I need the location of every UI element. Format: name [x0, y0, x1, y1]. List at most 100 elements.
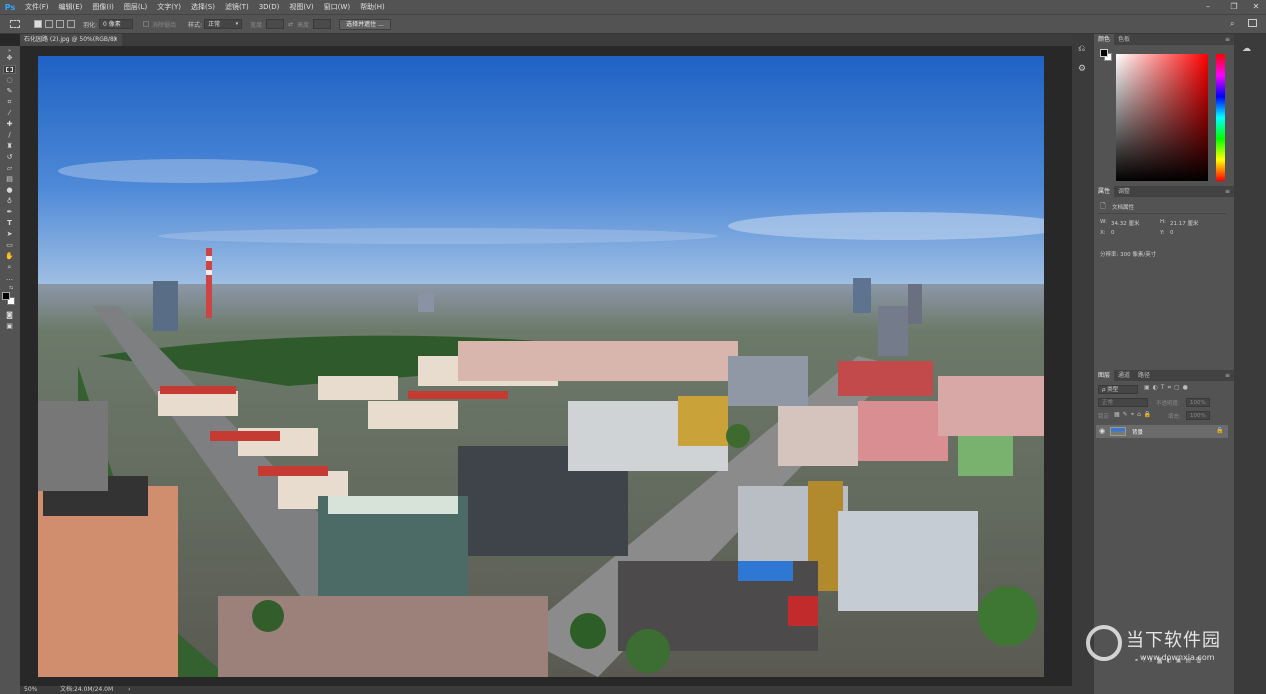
layer-filter-select[interactable]: ρ 类型: [1098, 385, 1138, 394]
menu-type[interactable]: 文字(Y): [152, 2, 186, 12]
menu-help[interactable]: 帮助(H): [355, 2, 390, 12]
feather-input[interactable]: 0 像素: [99, 19, 134, 29]
x-value[interactable]: 0: [1111, 230, 1115, 236]
subtract-selection-icon[interactable]: [56, 20, 64, 28]
menu-window[interactable]: 窗口(W): [319, 2, 355, 12]
tab-paths[interactable]: 路径: [1134, 370, 1154, 381]
document-size: 文档:24.0M/24.0M: [60, 686, 114, 693]
style-label: 样式:: [188, 21, 203, 29]
select-and-mask-button[interactable]: 选择并遮住 ...: [339, 18, 391, 30]
close-tab-icon[interactable]: ×: [113, 34, 118, 46]
tab-color[interactable]: 颜色: [1094, 34, 1115, 45]
app-logo: Ps: [4, 2, 16, 12]
history-icon[interactable]: ⎌: [1078, 44, 1085, 54]
foreground-color-swatch[interactable]: [2, 292, 10, 300]
status-arrow-icon[interactable]: ›: [128, 686, 130, 694]
type-tool-icon[interactable]: T: [3, 219, 16, 228]
color-panel: [1094, 45, 1234, 185]
blend-mode-select[interactable]: 正常: [1098, 398, 1148, 407]
libraries-strip: ☁: [1234, 34, 1266, 694]
new-selection-icon[interactable]: [34, 20, 42, 28]
layer-name[interactable]: 背景: [1132, 428, 1143, 436]
hue-slider[interactable]: [1216, 54, 1225, 181]
height-input[interactable]: [313, 19, 332, 29]
clone-stamp-tool-icon[interactable]: ♜: [3, 142, 16, 151]
panel-menu-icon[interactable]: ≡: [1225, 34, 1234, 45]
style-select[interactable]: 正常 ▾: [204, 19, 243, 29]
color-picker-field[interactable]: [1116, 54, 1208, 181]
tab-swatches[interactable]: 色板: [1114, 34, 1134, 45]
restore-icon[interactable]: ❐: [1226, 0, 1242, 14]
panel-menu-icon[interactable]: ≡: [1225, 186, 1234, 197]
tab-channels[interactable]: 通道: [1114, 370, 1134, 381]
close-window-icon[interactable]: ✕: [1248, 0, 1264, 14]
healing-brush-tool-icon[interactable]: ✚: [3, 120, 16, 129]
menu-3d[interactable]: 3D(D): [254, 3, 285, 11]
blur-tool-icon[interactable]: ●: [3, 186, 16, 195]
tab-layers[interactable]: 图层: [1094, 370, 1115, 381]
collapsed-panel-strip: ⎌ ⚙: [1072, 34, 1094, 694]
hand-tool-icon[interactable]: ✋: [3, 252, 16, 261]
path-select-tool-icon[interactable]: ➤: [3, 230, 16, 239]
menu-layer[interactable]: 图层(L): [119, 2, 152, 12]
search-icon[interactable]: ⌕: [1230, 19, 1234, 29]
brush-tool-icon[interactable]: ∕: [3, 131, 16, 140]
dodge-tool-icon[interactable]: ♁: [3, 197, 16, 206]
pen-tool-icon[interactable]: ✒: [3, 208, 16, 217]
width-value[interactable]: 34.32 厘米: [1111, 219, 1140, 227]
fill-input[interactable]: 100%: [1186, 411, 1210, 420]
menu-image[interactable]: 图像(I): [87, 2, 119, 12]
opacity-input[interactable]: 100%: [1186, 398, 1210, 407]
zoom-tool-icon[interactable]: ⌕: [3, 263, 16, 272]
document-canvas-image[interactable]: [38, 56, 1044, 677]
resolution-text: 分辨率: 300 像素/英寸: [1100, 252, 1157, 258]
swap-icon[interactable]: ⇄: [288, 21, 293, 28]
crop-tool-icon[interactable]: ⌗: [3, 98, 16, 107]
panel-menu-icon[interactable]: ≡: [1225, 370, 1234, 381]
history-brush-tool-icon[interactable]: ↺: [3, 153, 16, 162]
quick-mask-icon[interactable]: ◙: [3, 311, 16, 320]
more-tools-icon[interactable]: …: [3, 274, 16, 283]
workspace-icon[interactable]: [1248, 19, 1257, 27]
width-input[interactable]: [266, 19, 285, 29]
menu-filter[interactable]: 滤镜(T): [220, 2, 254, 12]
menu-file[interactable]: 文件(F): [20, 2, 54, 12]
panel-dock: 颜色 色板 ≡ 属性 调整 ≡ 🗋 文档属性 W: 34.32 厘米 H: 21…: [1094, 34, 1234, 694]
lasso-tool-icon[interactable]: ◌: [3, 76, 16, 85]
menu-select[interactable]: 选择(S): [186, 2, 220, 12]
tab-adjustments[interactable]: 调整: [1114, 186, 1134, 197]
menu-view[interactable]: 视图(V): [284, 2, 318, 12]
minimize-icon[interactable]: –: [1200, 0, 1216, 14]
marquee-preset-icon[interactable]: [10, 20, 20, 28]
marquee-tool-icon[interactable]: [3, 65, 16, 74]
fg-swatch[interactable]: [1100, 49, 1108, 57]
screen-mode-icon[interactable]: ▣: [3, 322, 16, 331]
height-value[interactable]: 21.17 厘米: [1170, 219, 1199, 227]
libraries-icon[interactable]: ☁: [1242, 44, 1251, 54]
antialias-checkbox[interactable]: [143, 21, 150, 27]
tab-properties[interactable]: 属性: [1094, 186, 1115, 197]
rectangle-tool-icon[interactable]: ▭: [3, 241, 16, 250]
menu-edit[interactable]: 编辑(E): [54, 2, 88, 12]
swap-colors-icon[interactable]: ⇆: [9, 285, 13, 291]
properties-panel: 🗋 文档属性 W: 34.32 厘米 H: 21.17 厘米 X: 0 Y: 0…: [1094, 197, 1234, 377]
move-tool-icon[interactable]: ✥: [3, 54, 16, 63]
document-tab[interactable]: 石化园路 (2).jpg @ 50%(RGB/8) ×: [20, 34, 122, 46]
eraser-tool-icon[interactable]: ▱: [3, 164, 16, 173]
brush-settings-icon[interactable]: ⚙: [1078, 64, 1086, 74]
layer-row[interactable]: ◉ 背景 🔒: [1096, 425, 1228, 438]
lock-icons[interactable]: ▦✎⌖⌂🔒: [1114, 411, 1154, 419]
y-value[interactable]: 0: [1170, 230, 1174, 236]
visibility-eye-icon[interactable]: ◉: [1099, 427, 1105, 435]
add-selection-icon[interactable]: [45, 20, 53, 28]
height-label: 高度:: [297, 21, 312, 29]
eyedropper-tool-icon[interactable]: ⁄: [3, 109, 16, 118]
zoom-level[interactable]: 50%: [24, 686, 37, 694]
gradient-tool-icon[interactable]: ▤: [3, 175, 16, 184]
style-select-value: 正常: [208, 21, 221, 28]
watermark-url: www.downxia.com: [1140, 653, 1215, 662]
intersect-selection-icon[interactable]: [67, 20, 75, 28]
quick-select-tool-icon[interactable]: ✎: [3, 87, 16, 96]
filter-icons[interactable]: ▣◐T⌗▢●: [1144, 384, 1191, 392]
antialias-label: 消除锯齿: [152, 21, 177, 29]
